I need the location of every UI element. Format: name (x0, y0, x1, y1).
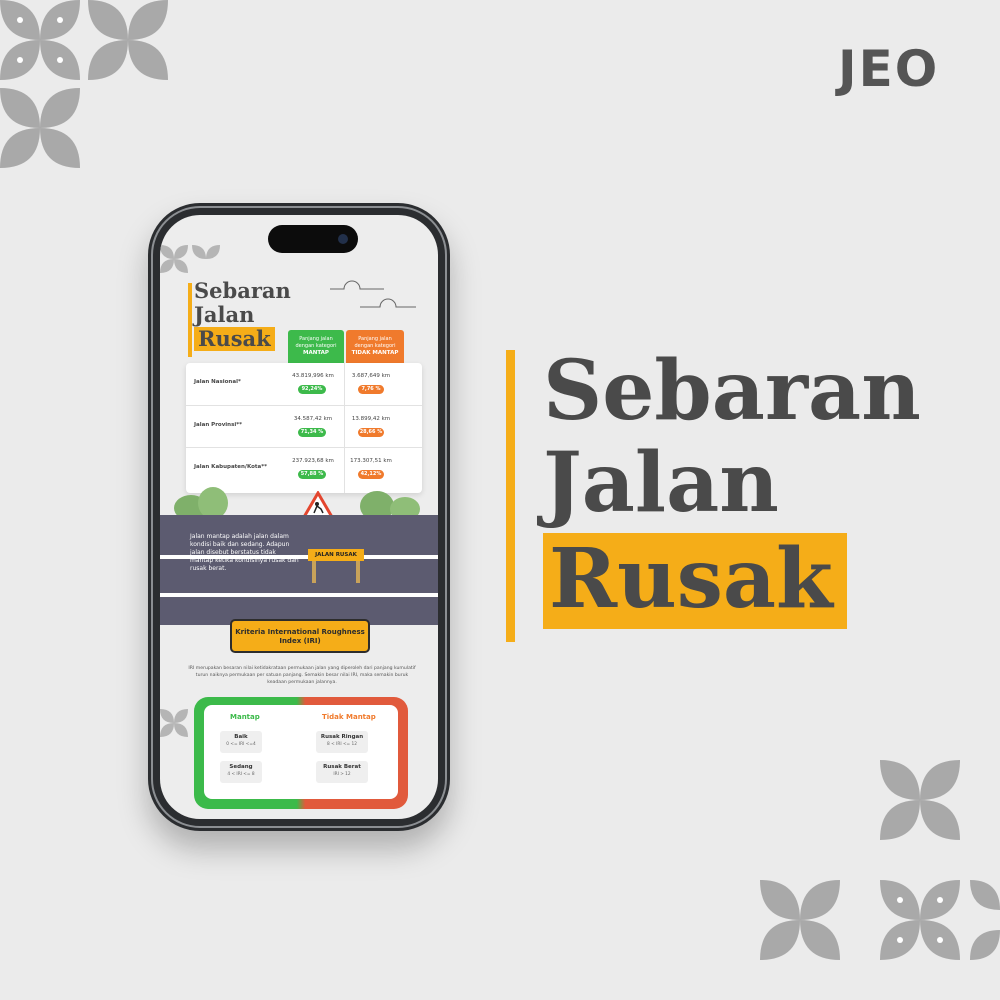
row-label: Jalan Kabupaten/Kota** (194, 464, 267, 470)
road-description: Jalan mantap adalah jalan dalam kondisi … (190, 533, 299, 572)
mantap-percent-badge: 71,34 % (298, 428, 326, 437)
row-label: Jalan Nasional* (194, 379, 241, 385)
infographic-title-highlight: Rusak (194, 327, 275, 351)
column-header-mantap-line-1: Panjang jalan (299, 336, 333, 342)
criteria-sedang-label: Sedang (229, 764, 253, 770)
iri-criteria-button[interactable]: Kriteria International Roughness Index (… (230, 619, 370, 653)
criteria-baik-label: Baik (234, 734, 248, 740)
brand-logo: JEO (838, 40, 940, 98)
mantap-heading: Mantap (230, 713, 260, 721)
column-header-mantap-line-2: dengan kategori (295, 343, 337, 349)
column-header-mantap: Panjang jalan dengan kategori MANTAP (288, 330, 344, 366)
column-header-tidak-tag: TIDAK MANTAP (351, 350, 399, 356)
mantap-km: 34.587,42 km (293, 416, 333, 422)
sign-post (312, 561, 316, 583)
flower-pattern-icon (0, 0, 168, 168)
tidak-km: 13.899,42 km (351, 416, 391, 422)
sign-post (356, 561, 360, 583)
infographic-title: Sebaran Jalan Rusak (194, 279, 291, 351)
headline-line-2: Jalan (543, 435, 779, 531)
tidak-km: 173.307,51 km (350, 458, 392, 464)
criteria-ringan-label: Rusak Ringan (320, 734, 364, 740)
tidak-mantap-heading: Tidak Mantap (322, 713, 376, 721)
infographic-accent-bar (188, 283, 192, 357)
road-marking (160, 593, 438, 597)
phone-screen: Sebaran Jalan Rusak Panjang jalan dengan… (160, 215, 438, 819)
column-header-tidak-line-2: dengan kategori (354, 343, 396, 349)
phone-notch (268, 225, 358, 253)
road-table: Jalan Nasional* 43.819,996 km 92,24% 3.6… (186, 363, 422, 493)
criteria-rusak-berat: Rusak Berat IRI > 12 (316, 761, 368, 783)
criteria-ringan-range: 8 < IRI <= 12 (327, 742, 357, 747)
infographic-title-line-2: Jalan (194, 302, 255, 327)
headline: Sebaran Jalan Rusak (543, 345, 921, 629)
headline-line-1: Sebaran (543, 343, 921, 439)
tidak-percent-badge: 42,12% (358, 470, 384, 479)
table-row: Jalan Kabupaten/Kota** 237.923,68 km 57,… (186, 447, 422, 489)
cloud-icon (330, 280, 416, 308)
mantap-km: 237.923,68 km (292, 458, 334, 464)
table-row: Jalan Provinsi** 34.587,42 km 71,34 % 13… (186, 405, 422, 447)
flower-pattern-icon (760, 760, 1000, 960)
infographic-title-line-1: Sebaran (194, 278, 291, 303)
tidak-km: 3.687,649 km (351, 373, 391, 379)
column-header-mantap-tag: MANTAP (303, 350, 329, 356)
row-label: Jalan Provinsi** (194, 422, 243, 428)
tidak-percent-badge: 7,76 % (358, 385, 384, 394)
criteria-sedang: Sedang 4 < IRI <= 8 (220, 761, 262, 783)
criteria-baik: Baik 0 <= IRI <=4 (220, 731, 262, 753)
title-accent-bar (506, 350, 515, 642)
iri-description: IRI merupakan besaran nilai ketidakrataa… (188, 666, 416, 685)
jalan-rusak-sign: JALAN RUSAK (308, 549, 364, 561)
table-row: Jalan Nasional* 43.819,996 km 92,24% 3.6… (186, 363, 422, 405)
column-header-tidak-mantap: Panjang jalan dengan kategori TIDAK MANT… (346, 330, 404, 366)
criteria-berat-range: IRI > 12 (333, 772, 351, 777)
column-header-tidak-line-1: Panjang jalan (358, 336, 392, 342)
phone-mockup: Sebaran Jalan Rusak Panjang jalan dengan… (148, 203, 450, 831)
mantap-percent-badge: 57,88 % (298, 470, 326, 479)
criteria-sedang-range: 4 < IRI <= 8 (227, 772, 255, 777)
iri-criteria-card: Mantap Tidak Mantap Baik 0 <= IRI <=4 Se… (194, 697, 408, 809)
headline-highlight: Rusak (543, 533, 847, 629)
tidak-percent-badge: 28,66 % (358, 428, 384, 437)
criteria-baik-range: 0 <= IRI <=4 (226, 742, 256, 747)
criteria-berat-label: Rusak Berat (323, 764, 361, 770)
criteria-rusak-ringan: Rusak Ringan 8 < IRI <= 12 (316, 731, 368, 753)
criteria-panel: Mantap Tidak Mantap Baik 0 <= IRI <=4 Se… (204, 705, 398, 799)
camera-icon (338, 234, 348, 244)
mantap-km: 43.819,996 km (292, 373, 334, 379)
mantap-percent-badge: 92,24% (298, 385, 326, 394)
flower-pattern-icon (160, 709, 188, 737)
